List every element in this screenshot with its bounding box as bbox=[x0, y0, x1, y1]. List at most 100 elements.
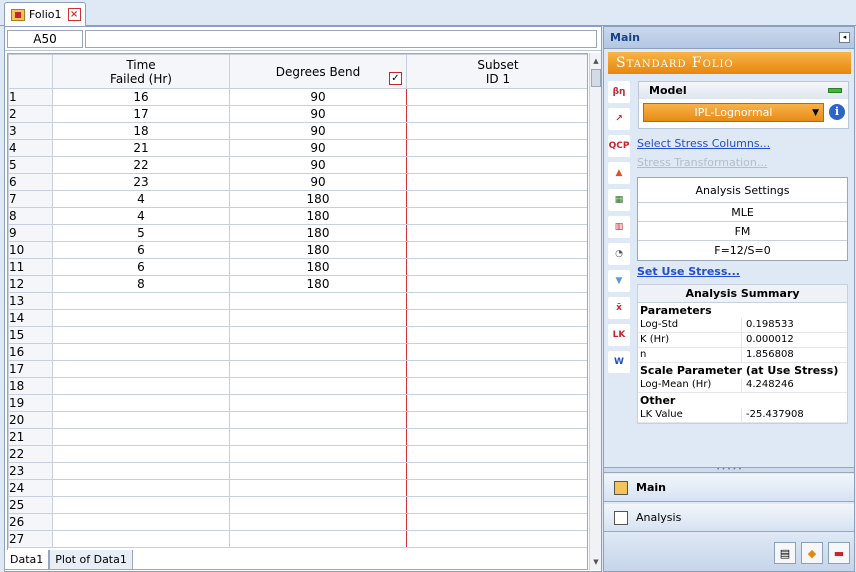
row-number[interactable]: 19 bbox=[8, 394, 53, 412]
subset-cell[interactable] bbox=[406, 360, 587, 378]
cell-reference-box[interactable]: A50 bbox=[7, 30, 83, 48]
time-failed-cell[interactable]: 6 bbox=[52, 241, 230, 259]
row-number[interactable]: 13 bbox=[8, 292, 53, 310]
subset-cell[interactable] bbox=[406, 190, 587, 208]
time-failed-cell[interactable] bbox=[52, 394, 230, 412]
analysis-settings-title[interactable]: Analysis Settings bbox=[638, 178, 847, 203]
sheet-view-icon[interactable]: ▤ bbox=[774, 542, 796, 564]
row-number[interactable]: 9 bbox=[8, 224, 53, 242]
degrees-bend-cell[interactable]: 180 bbox=[229, 224, 407, 242]
subset-cell[interactable] bbox=[406, 258, 587, 276]
remove-icon[interactable]: ▬ bbox=[828, 542, 850, 564]
subset-cell[interactable] bbox=[406, 173, 587, 191]
degrees-bend-cell[interactable] bbox=[229, 479, 407, 497]
degrees-bend-cell[interactable] bbox=[229, 530, 407, 548]
scroll-down-icon[interactable]: ▼ bbox=[590, 556, 602, 568]
model-dropdown[interactable]: IPL-Lognormal ▼ bbox=[643, 103, 824, 122]
word-export-icon[interactable]: W bbox=[608, 351, 630, 373]
subset-cell[interactable] bbox=[406, 224, 587, 242]
subset-cell[interactable] bbox=[406, 377, 587, 395]
subset-cell[interactable] bbox=[406, 445, 587, 463]
row-number[interactable]: 11 bbox=[8, 258, 53, 276]
degrees-bend-cell[interactable] bbox=[229, 326, 407, 344]
time-failed-cell[interactable] bbox=[52, 513, 230, 531]
analysis-method[interactable]: MLE bbox=[638, 203, 847, 222]
subset-cell[interactable] bbox=[406, 292, 587, 310]
nav-analysis-button[interactable]: Analysis bbox=[604, 504, 854, 532]
time-failed-cell[interactable]: 17 bbox=[52, 105, 230, 123]
degrees-bend-cell[interactable] bbox=[229, 377, 407, 395]
degrees-bend-cell[interactable] bbox=[229, 292, 407, 310]
subset-cell[interactable] bbox=[406, 309, 587, 327]
time-failed-cell[interactable]: 4 bbox=[52, 190, 230, 208]
row-number[interactable]: 6 bbox=[8, 173, 53, 191]
degrees-bend-cell[interactable]: 180 bbox=[229, 241, 407, 259]
subset-cell[interactable] bbox=[406, 139, 587, 157]
row-number[interactable]: 23 bbox=[8, 462, 53, 480]
row-number[interactable]: 18 bbox=[8, 377, 53, 395]
row-number[interactable]: 1 bbox=[8, 88, 53, 106]
row-number[interactable]: 21 bbox=[8, 428, 53, 446]
likelihood-tool-icon[interactable]: LK bbox=[608, 324, 630, 346]
collapse-panel-icon[interactable]: ◂ bbox=[839, 32, 850, 43]
degrees-bend-cell[interactable] bbox=[229, 428, 407, 446]
document-tab-folio1[interactable]: Folio1 × bbox=[4, 2, 86, 26]
time-failed-cell[interactable] bbox=[52, 377, 230, 395]
row-number[interactable]: 26 bbox=[8, 513, 53, 531]
degrees-bend-cell[interactable]: 180 bbox=[229, 258, 407, 276]
row-number[interactable]: 8 bbox=[8, 207, 53, 225]
distribution-tool-icon[interactable]: βη bbox=[608, 81, 630, 103]
row-number[interactable]: 14 bbox=[8, 309, 53, 327]
scroll-up-icon[interactable]: ▲ bbox=[590, 55, 602, 67]
qcp-tool-icon[interactable]: QCP bbox=[608, 135, 630, 157]
subset-cell[interactable] bbox=[406, 156, 587, 174]
time-failed-cell[interactable]: 21 bbox=[52, 139, 230, 157]
time-failed-cell[interactable]: 8 bbox=[52, 275, 230, 293]
subset-cell[interactable] bbox=[406, 462, 587, 480]
corner-cell[interactable] bbox=[8, 54, 53, 89]
row-number[interactable]: 4 bbox=[8, 139, 53, 157]
degrees-bend-cell[interactable]: 90 bbox=[229, 139, 407, 157]
plot-tool-icon[interactable]: ↗ bbox=[608, 108, 630, 130]
sheet-tab-plot[interactable]: Plot of Data1 bbox=[49, 550, 133, 570]
subset-cell[interactable] bbox=[406, 513, 587, 531]
degrees-bend-cell[interactable] bbox=[229, 411, 407, 429]
column-header-subset[interactable]: Subset ID 1 bbox=[406, 54, 587, 89]
select-stress-columns-link[interactable]: Select Stress Columns... bbox=[637, 137, 770, 150]
close-icon[interactable]: × bbox=[67, 8, 81, 21]
subset-cell[interactable] bbox=[406, 88, 587, 106]
row-number[interactable]: 2 bbox=[8, 105, 53, 123]
time-failed-cell[interactable] bbox=[52, 445, 230, 463]
row-number[interactable]: 22 bbox=[8, 445, 53, 463]
degrees-bend-cell[interactable]: 90 bbox=[229, 105, 407, 123]
degrees-bend-cell[interactable]: 180 bbox=[229, 190, 407, 208]
subset-cell[interactable] bbox=[406, 411, 587, 429]
vertical-scrollbar[interactable]: ▲ ▼ bbox=[589, 53, 601, 570]
row-number[interactable]: 24 bbox=[8, 479, 53, 497]
subset-cell[interactable] bbox=[406, 241, 587, 259]
subset-cell[interactable] bbox=[406, 530, 587, 548]
compare-tool-icon[interactable]: ▥ bbox=[608, 216, 630, 238]
subset-cell[interactable] bbox=[406, 275, 587, 293]
info-icon[interactable]: i bbox=[829, 104, 845, 120]
gauge-tool-icon[interactable]: ◔ bbox=[608, 243, 630, 265]
grid-tool-icon[interactable]: ▦ bbox=[608, 189, 630, 211]
time-failed-cell[interactable]: 6 bbox=[52, 258, 230, 276]
time-failed-cell[interactable] bbox=[52, 343, 230, 361]
set-use-stress-link[interactable]: Set Use Stress... bbox=[637, 265, 740, 278]
warning-tool-icon[interactable]: ▲ bbox=[608, 162, 630, 184]
scroll-thumb[interactable] bbox=[591, 69, 601, 87]
filter-tool-icon[interactable]: ▼ bbox=[608, 270, 630, 292]
time-failed-cell[interactable] bbox=[52, 530, 230, 548]
time-failed-cell[interactable] bbox=[52, 411, 230, 429]
time-failed-cell[interactable]: 23 bbox=[52, 173, 230, 191]
nav-main-button[interactable]: Main bbox=[604, 474, 854, 502]
time-failed-cell[interactable] bbox=[52, 496, 230, 514]
degrees-bend-cell[interactable]: 180 bbox=[229, 207, 407, 225]
subset-cell[interactable] bbox=[406, 479, 587, 497]
formula-input[interactable] bbox=[85, 30, 597, 48]
time-failed-cell[interactable] bbox=[52, 326, 230, 344]
subset-cell[interactable] bbox=[406, 105, 587, 123]
subset-cell[interactable] bbox=[406, 428, 587, 446]
time-failed-cell[interactable] bbox=[52, 292, 230, 310]
